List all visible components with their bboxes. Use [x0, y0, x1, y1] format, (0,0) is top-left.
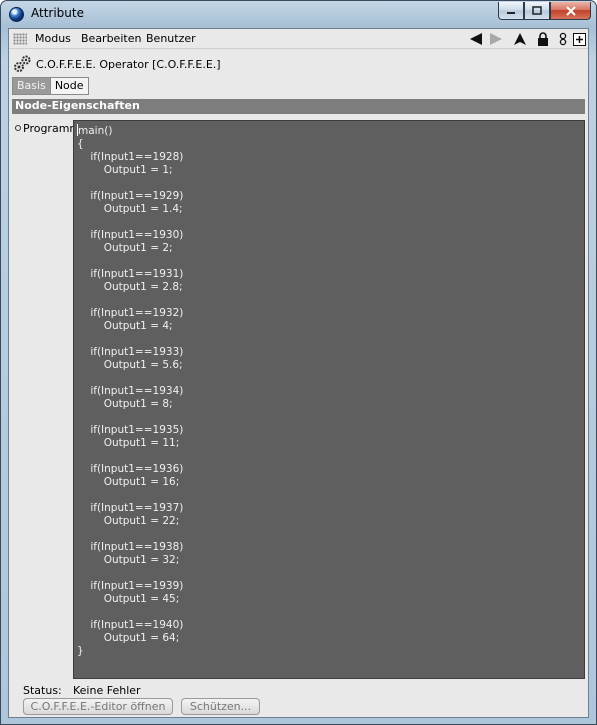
open-editor-button[interactable]: C.O.F.F.E.E.-Editor öffnen — [23, 698, 173, 715]
tab-node[interactable]: Node — [50, 77, 89, 95]
code-editor[interactable]: main() { if(Input1==1928) Output1 = 1; i… — [73, 120, 585, 679]
operator-title: C.O.F.F.E.E. Operator [C.O.F.F.E.E.] — [36, 58, 221, 71]
maximize-icon — [532, 6, 542, 15]
attribute-window: Attribute Modus Bearbeiten Benutzer C.O.… — [0, 0, 597, 725]
up-arrow-icon[interactable] — [512, 31, 528, 47]
link-icon[interactable] — [555, 31, 571, 47]
tab-bar: Basis Node — [12, 77, 89, 95]
minimize-button[interactable] — [498, 2, 524, 20]
section-header: Node-Eigenschaften — [12, 99, 585, 114]
protect-button[interactable]: Schützen... — [181, 698, 260, 715]
code-text: main() { if(Input1==1928) Output1 = 1; i… — [77, 125, 184, 657]
forward-arrow-icon[interactable] — [488, 31, 504, 47]
menu-modus[interactable]: Modus — [35, 32, 71, 45]
app-icon — [9, 7, 24, 22]
animate-radio-icon[interactable] — [15, 125, 21, 131]
program-label: Programm — [23, 122, 81, 135]
status-label: Status: — [23, 684, 62, 697]
tab-basis[interactable]: Basis — [12, 77, 51, 95]
object-header: C.O.F.F.E.E. Operator [C.O.F.F.E.E.] — [9, 51, 588, 77]
scrollbar[interactable] — [585, 120, 588, 679]
status-value: Keine Fehler — [73, 684, 141, 697]
program-property: Programm main() { if(Input1==1928) Outpu… — [12, 120, 585, 679]
back-arrow-icon[interactable] — [468, 31, 484, 47]
menubar-grip-icon[interactable] — [13, 33, 27, 45]
lock-icon[interactable] — [535, 31, 551, 47]
menubar: Modus Bearbeiten Benutzer — [9, 29, 588, 49]
maximize-button[interactable] — [524, 2, 550, 20]
gear-icon — [13, 55, 31, 73]
close-icon — [565, 5, 576, 16]
new-window-icon[interactable] — [571, 31, 587, 47]
title-bar[interactable]: Attribute — [1, 1, 596, 27]
client-area: Modus Bearbeiten Benutzer C.O.F.F.E.E. O… — [8, 28, 589, 718]
close-button[interactable] — [550, 2, 591, 20]
minimize-icon — [507, 11, 515, 14]
menu-bearbeiten[interactable]: Bearbeiten — [81, 32, 141, 45]
window-title: Attribute — [31, 6, 84, 20]
menu-benutzer[interactable]: Benutzer — [146, 32, 196, 45]
